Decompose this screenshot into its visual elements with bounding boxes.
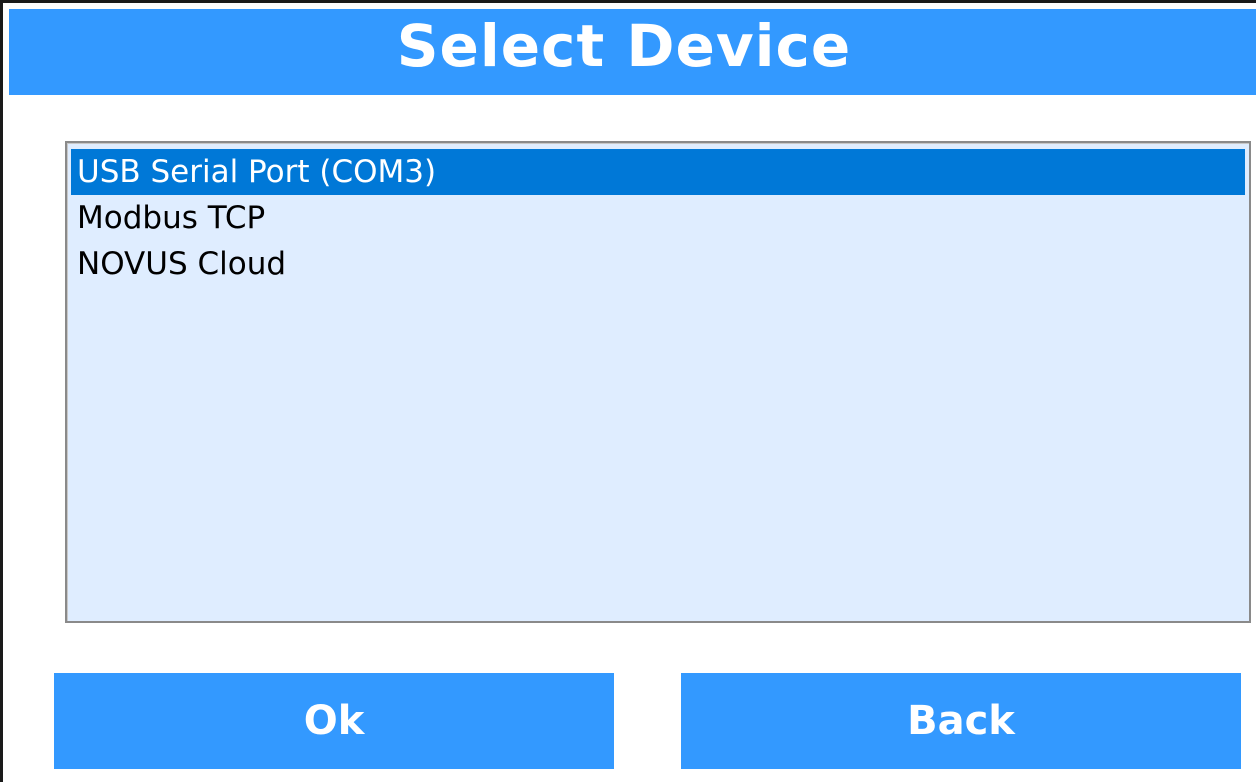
dialog-header: Select Device (9, 9, 1256, 95)
back-button[interactable]: Back (681, 673, 1241, 769)
device-item-modbus-tcp[interactable]: Modbus TCP (71, 195, 1245, 241)
select-device-window: Select Device USB Serial Port (COM3) Mod… (0, 0, 1256, 782)
device-listbox[interactable]: USB Serial Port (COM3) Modbus TCP NOVUS … (65, 141, 1251, 623)
dialog-title: Select Device (396, 12, 852, 80)
device-item-novus-cloud[interactable]: NOVUS Cloud (71, 241, 1245, 287)
ok-button[interactable]: Ok (54, 673, 614, 769)
device-item-usb-serial-port[interactable]: USB Serial Port (COM3) (71, 149, 1245, 195)
